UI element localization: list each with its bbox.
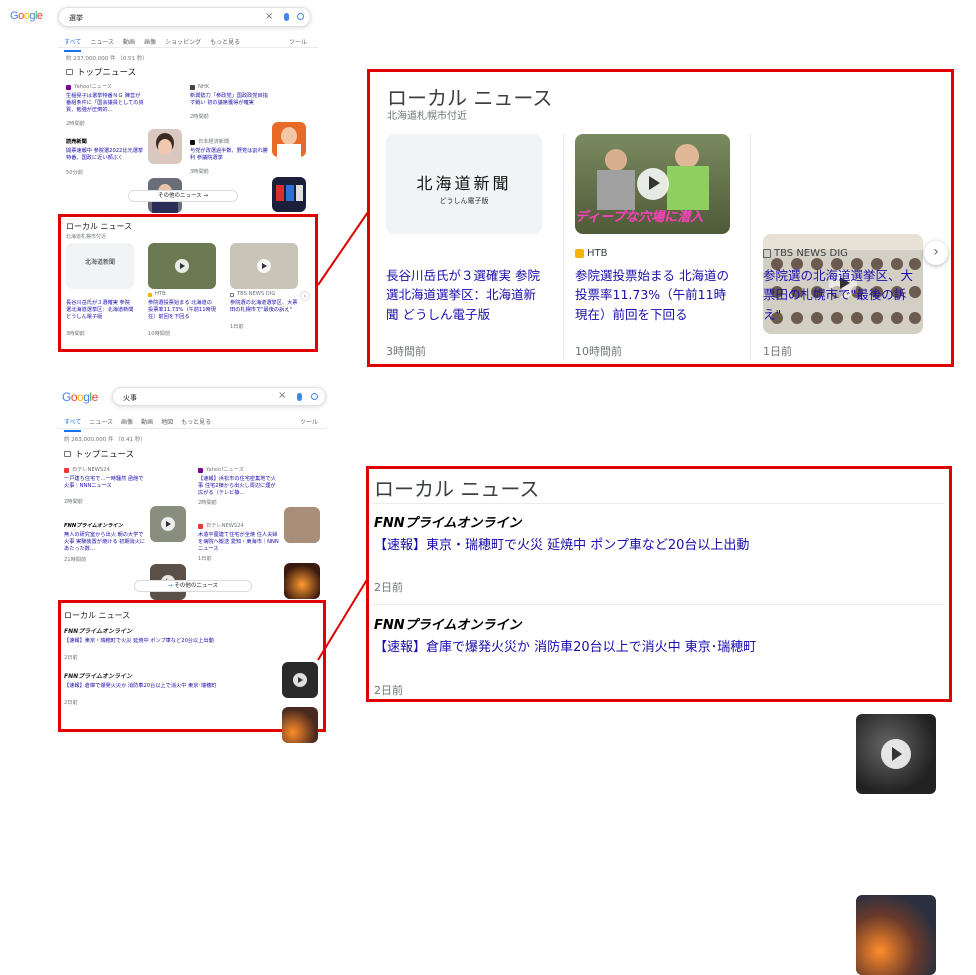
play-icon[interactable] xyxy=(636,168,669,200)
zoom-thumbnail-2[interactable]: ディープな穴場に潜入 xyxy=(575,134,730,234)
news-thumbnail[interactable] xyxy=(282,707,318,744)
zoom-headline-1[interactable]: 長谷川岳氏が３選確実 参院選北海道選挙区：北海道新聞 どうしん電子版 xyxy=(386,266,546,324)
fire-time-1: 2日前 xyxy=(374,581,403,594)
news-time: 1日前 xyxy=(198,556,212,563)
play-triangle xyxy=(892,746,903,761)
news-time: 21時間前 xyxy=(64,557,87,564)
fire-thumbnail-2[interactable] xyxy=(856,895,936,975)
paper-logo-text: 北海道新聞 xyxy=(416,174,512,193)
zoom-headline-3[interactable]: 参院選の北海道選挙区、大票田の札幌市で"最後の訴え" xyxy=(763,266,923,324)
news-time: 2日前 xyxy=(64,655,78,662)
news-source: FNNプライムオンライン xyxy=(64,673,133,680)
news-headline[interactable]: 【速報】東京・瑞穂町で火災 延焼中 ポンプ車など20台以上出動 xyxy=(64,638,318,645)
google-logo[interactable]: Google xyxy=(62,390,98,404)
newspaper-logo-card[interactable]: 北海道新聞 どうしん電子版 xyxy=(386,134,542,234)
zoom-time-3: 1日前 xyxy=(763,345,792,358)
yahoo-icon xyxy=(198,468,203,473)
video-caption: ディープな穴場に潜入 xyxy=(575,210,704,225)
news-headline[interactable]: 【速報】倉庫で爆発火災か 消防車20台以上で消火中 東京･瑞穂町 xyxy=(64,683,318,690)
top-news-grid: 日テレNEWS24 一戸建ち住宅で…一時騒然 函館で火事｜NNNニュース 2時間… xyxy=(64,467,320,601)
tab-maps[interactable]: 地図 xyxy=(161,417,173,432)
fire-headline-1[interactable]: 【速報】東京・瑞穂町で火災 延焼中 ポンプ車など20台以上出動 xyxy=(374,534,749,553)
fnn-logo: FNNプライムオンライン xyxy=(374,618,522,633)
top-news-header: トップニュース xyxy=(64,448,134,460)
zoom-local-location: 北海道札幌市付近 xyxy=(387,111,467,122)
ntv-icon xyxy=(198,524,203,529)
tab-images[interactable]: 画像 xyxy=(121,417,133,432)
local-news-header: ローカル ニュース xyxy=(64,611,131,620)
news-headline[interactable]: 【速報】浜松市の住宅密集地で火事 住宅2棟から出火し周辺に煙が広がる（テレビ静… xyxy=(198,476,280,497)
play-icon[interactable] xyxy=(881,739,911,769)
tab-all[interactable]: すべて xyxy=(64,417,82,432)
search-tabs: すべて ニュース 画像 動画 地図 もっと見る ツール xyxy=(64,417,318,432)
news-icon xyxy=(64,451,71,457)
zoom-fire-header: ローカル ニュース xyxy=(374,477,540,501)
tab-tools[interactable]: ツール xyxy=(300,417,318,432)
divider xyxy=(372,503,944,504)
news-headline[interactable]: 一戸建ち住宅で…一時騒然 函館で火事｜NNNニュース xyxy=(64,476,146,490)
news-time: 2時間前 xyxy=(198,500,217,507)
fire-headline-2[interactable]: 【速報】倉庫で爆発火災か 消防車20台以上で消火中 東京･瑞穂町 xyxy=(374,636,756,655)
htb-icon xyxy=(575,249,584,258)
mic-icon[interactable] xyxy=(297,393,302,401)
zoom-time-2: 10時間前 xyxy=(575,345,622,358)
fnn-logo: FNNプライムオンライン xyxy=(374,516,522,531)
chevron-right-icon[interactable]: › xyxy=(924,241,948,265)
ntv-icon xyxy=(64,468,69,473)
news-headline[interactable]: 木造平屋建て住宅が全焼 住人夫婦を病院へ搬送 愛知・東海市｜NNNニュース xyxy=(198,532,280,553)
news-time: 2時間前 xyxy=(64,499,83,506)
result-stats: 約 263,000,000 件 （0.41 秒） xyxy=(64,437,146,443)
tab-news[interactable]: ニュース xyxy=(89,417,113,432)
news-headline[interactable]: 無人の研究室から出火 朝の大学で火事 実験装置が焼ける 初期消火にあたった数… xyxy=(64,532,146,553)
fire-thumbnail-1[interactable] xyxy=(856,714,936,794)
paper-sub-text: どうしん電子版 xyxy=(439,197,489,205)
zoom-headline-2[interactable]: 参院選投票始まる 北海道の投票率11.73%（午前11時現在）前回を下回る xyxy=(575,266,735,324)
source-label: TBS NEWS DIG xyxy=(763,248,848,259)
divider xyxy=(750,134,751,360)
zoom-time-1: 3時間前 xyxy=(386,345,426,358)
search-box[interactable]: 火事 × xyxy=(112,387,326,406)
news-source: FNNプライムオンライン xyxy=(64,628,133,635)
local-news-item[interactable]: FNNプライムオンライン 【速報】倉庫で爆発火災か 消防車20台以上で消火中 東… xyxy=(64,673,318,744)
divider xyxy=(58,428,326,429)
tab-videos[interactable]: 動画 xyxy=(141,417,153,432)
doc-icon xyxy=(763,249,771,258)
tab-more[interactable]: もっと見る xyxy=(181,417,211,432)
more-news-button[interactable]: → その他のニュース xyxy=(134,580,252,592)
play-triangle xyxy=(648,176,660,191)
news-thumbnail[interactable] xyxy=(284,563,320,600)
search-icon[interactable] xyxy=(311,393,318,400)
source-label: HTB xyxy=(575,248,608,259)
fire-time-2: 2日前 xyxy=(374,684,403,697)
divider xyxy=(372,604,944,605)
search-input[interactable]: 火事 xyxy=(123,393,137,403)
news-time: 2日前 xyxy=(64,700,78,707)
clear-icon[interactable]: × xyxy=(278,390,286,401)
divider xyxy=(563,134,564,360)
